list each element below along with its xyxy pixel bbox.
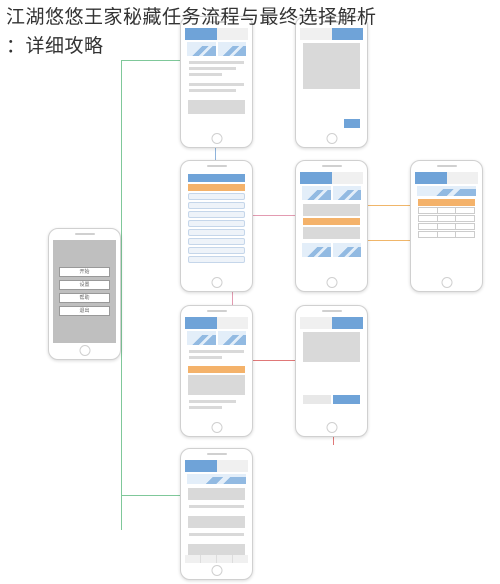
grey-block <box>303 227 360 239</box>
list-row <box>188 247 245 254</box>
title-line-1: 江湖悠悠王家秘藏任务流程与最终选择解析 <box>6 7 377 28</box>
screen <box>415 172 478 275</box>
screen-menu: 开始 设置 帮助 退出 <box>53 240 116 343</box>
phone-r2c1 <box>180 160 253 292</box>
chart-row <box>300 241 363 259</box>
text-lines <box>185 58 248 98</box>
phone-r2c3 <box>410 160 483 292</box>
list-row <box>188 220 245 227</box>
title-line-2: ：详细攻略 <box>6 36 104 57</box>
secondary-button <box>303 395 331 404</box>
screen <box>300 172 363 275</box>
menu-item: 设置 <box>59 280 110 290</box>
screen <box>185 172 248 275</box>
connector <box>365 240 410 241</box>
connector <box>250 215 300 216</box>
text-lines <box>185 347 248 365</box>
chart-row <box>415 184 478 198</box>
menu-item: 帮助 <box>59 293 110 303</box>
tab-header <box>300 172 363 184</box>
list-row <box>188 238 245 245</box>
orange-bar <box>188 366 245 373</box>
chart-row <box>185 329 248 347</box>
flow-diagram-canvas: 开始 设置 帮助 退出 <box>0 0 500 584</box>
text-lines <box>185 397 248 415</box>
primary-button <box>333 395 361 404</box>
tab-header <box>185 460 248 472</box>
text-lines <box>185 502 248 514</box>
connector <box>121 60 122 530</box>
tab-header <box>415 172 478 184</box>
table-row <box>418 231 475 238</box>
list-row <box>188 211 245 218</box>
grey-block <box>303 204 360 216</box>
tab-header <box>300 317 363 329</box>
orange-bar <box>418 199 475 206</box>
grey-block <box>303 332 360 362</box>
grey-block <box>188 100 245 114</box>
chart-row <box>300 184 363 202</box>
list-row <box>188 256 245 263</box>
blue-bar <box>188 174 245 182</box>
connector <box>250 360 300 361</box>
phone-menu: 开始 设置 帮助 退出 <box>48 228 121 360</box>
button-small <box>344 119 360 128</box>
list-row <box>188 229 245 236</box>
text-lines <box>185 530 248 542</box>
grey-block <box>188 488 245 500</box>
article-title: 江湖悠悠王家秘藏任务流程与最终选择解析 ：详细攻略 <box>0 0 500 61</box>
screen <box>185 317 248 420</box>
screen <box>300 317 363 420</box>
grey-block <box>188 375 245 395</box>
orange-bar <box>303 218 360 225</box>
connector <box>121 495 181 496</box>
list-row <box>188 193 245 200</box>
list-row <box>188 202 245 209</box>
table-row <box>418 207 475 214</box>
screen <box>185 460 248 563</box>
orange-bar <box>188 184 245 191</box>
connector <box>365 205 410 206</box>
phone-r2c2 <box>295 160 368 292</box>
menu-item: 退出 <box>59 306 110 316</box>
phone-r3c2 <box>295 305 368 437</box>
tab-header <box>185 317 248 329</box>
table-row <box>418 223 475 230</box>
menu-item: 开始 <box>59 267 110 277</box>
table-row <box>418 215 475 222</box>
chart-row <box>185 472 248 486</box>
phone-r4c1 <box>180 448 253 580</box>
grey-block <box>188 516 245 528</box>
phone-r3c1 <box>180 305 253 437</box>
